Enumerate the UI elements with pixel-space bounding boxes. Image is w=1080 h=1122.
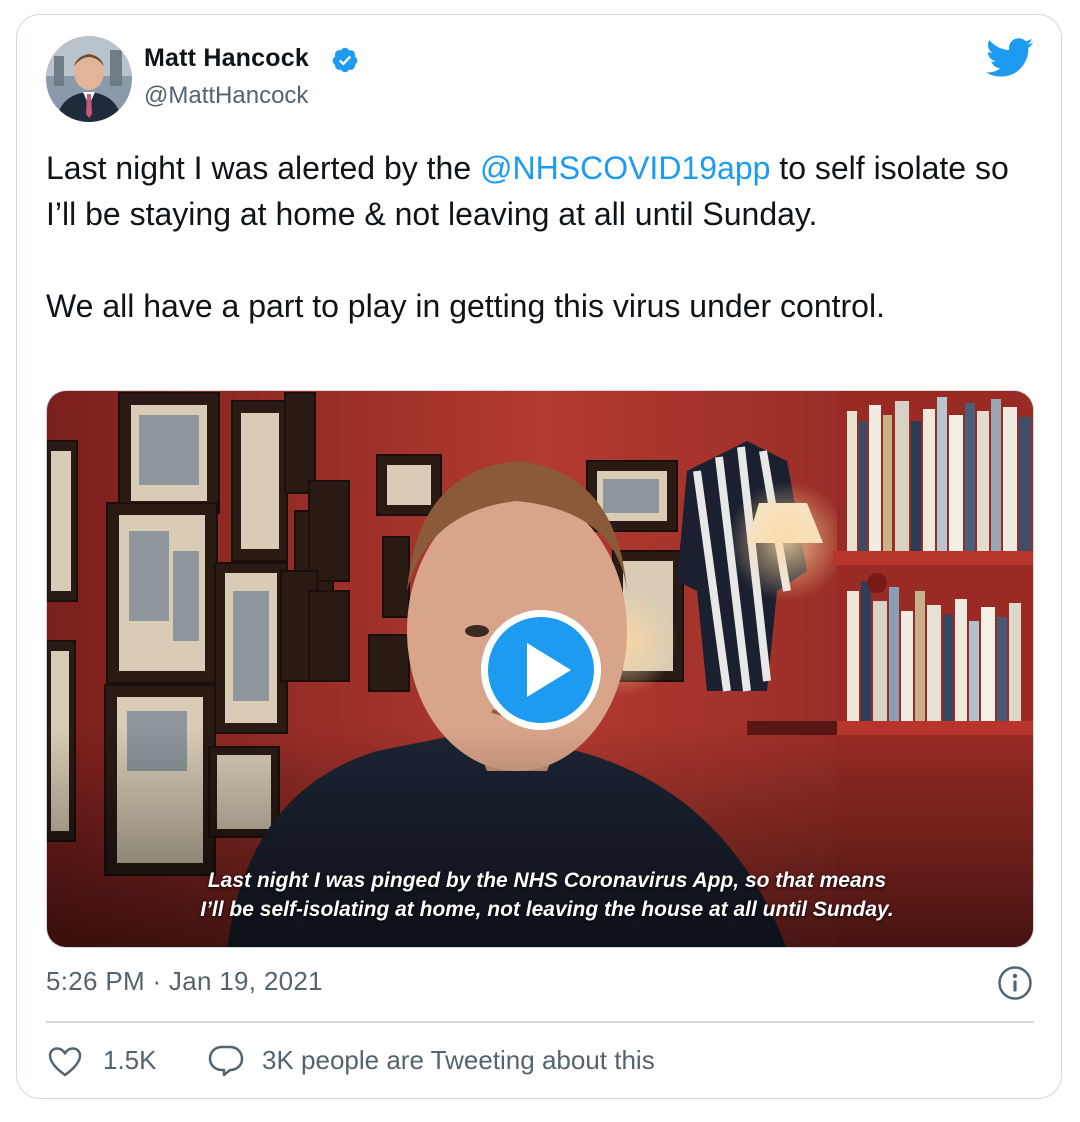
author-name[interactable]: Matt Hancock <box>144 44 309 73</box>
author-handle[interactable]: @MattHancock <box>144 82 308 110</box>
play-icon[interactable] <box>478 607 604 733</box>
video-caption: Last night I was pinged by the NHS Coron… <box>46 866 1034 924</box>
like-count[interactable]: 1.5K <box>103 1045 157 1076</box>
tweet-paragraph-2: We all have a part to play in getting th… <box>46 288 885 324</box>
heart-icon[interactable] <box>48 1046 82 1078</box>
tweet-text-start: Last night I was alerted by the <box>46 150 481 186</box>
tweet-text: Last night I was alerted by the @NHSCOVI… <box>46 145 1036 329</box>
reply-bubble-icon[interactable] <box>208 1044 244 1078</box>
mention-link[interactable]: @NHSCOVID19app <box>480 150 770 186</box>
caption-line-2: I’ll be self-isolating at home, not leav… <box>200 898 894 921</box>
tweeting-about-link[interactable]: 3K people are Tweeting about this <box>262 1045 655 1076</box>
verified-badge-icon <box>332 47 358 73</box>
divider <box>46 1021 1034 1023</box>
avatar[interactable] <box>46 36 132 122</box>
caption-line-1: Last night I was pinged by the NHS Coron… <box>207 869 887 892</box>
info-icon[interactable] <box>997 965 1033 1001</box>
tweet-timestamp[interactable]: 5:26 PM · Jan 19, 2021 <box>46 966 323 997</box>
twitter-bird-icon[interactable] <box>986 38 1034 78</box>
